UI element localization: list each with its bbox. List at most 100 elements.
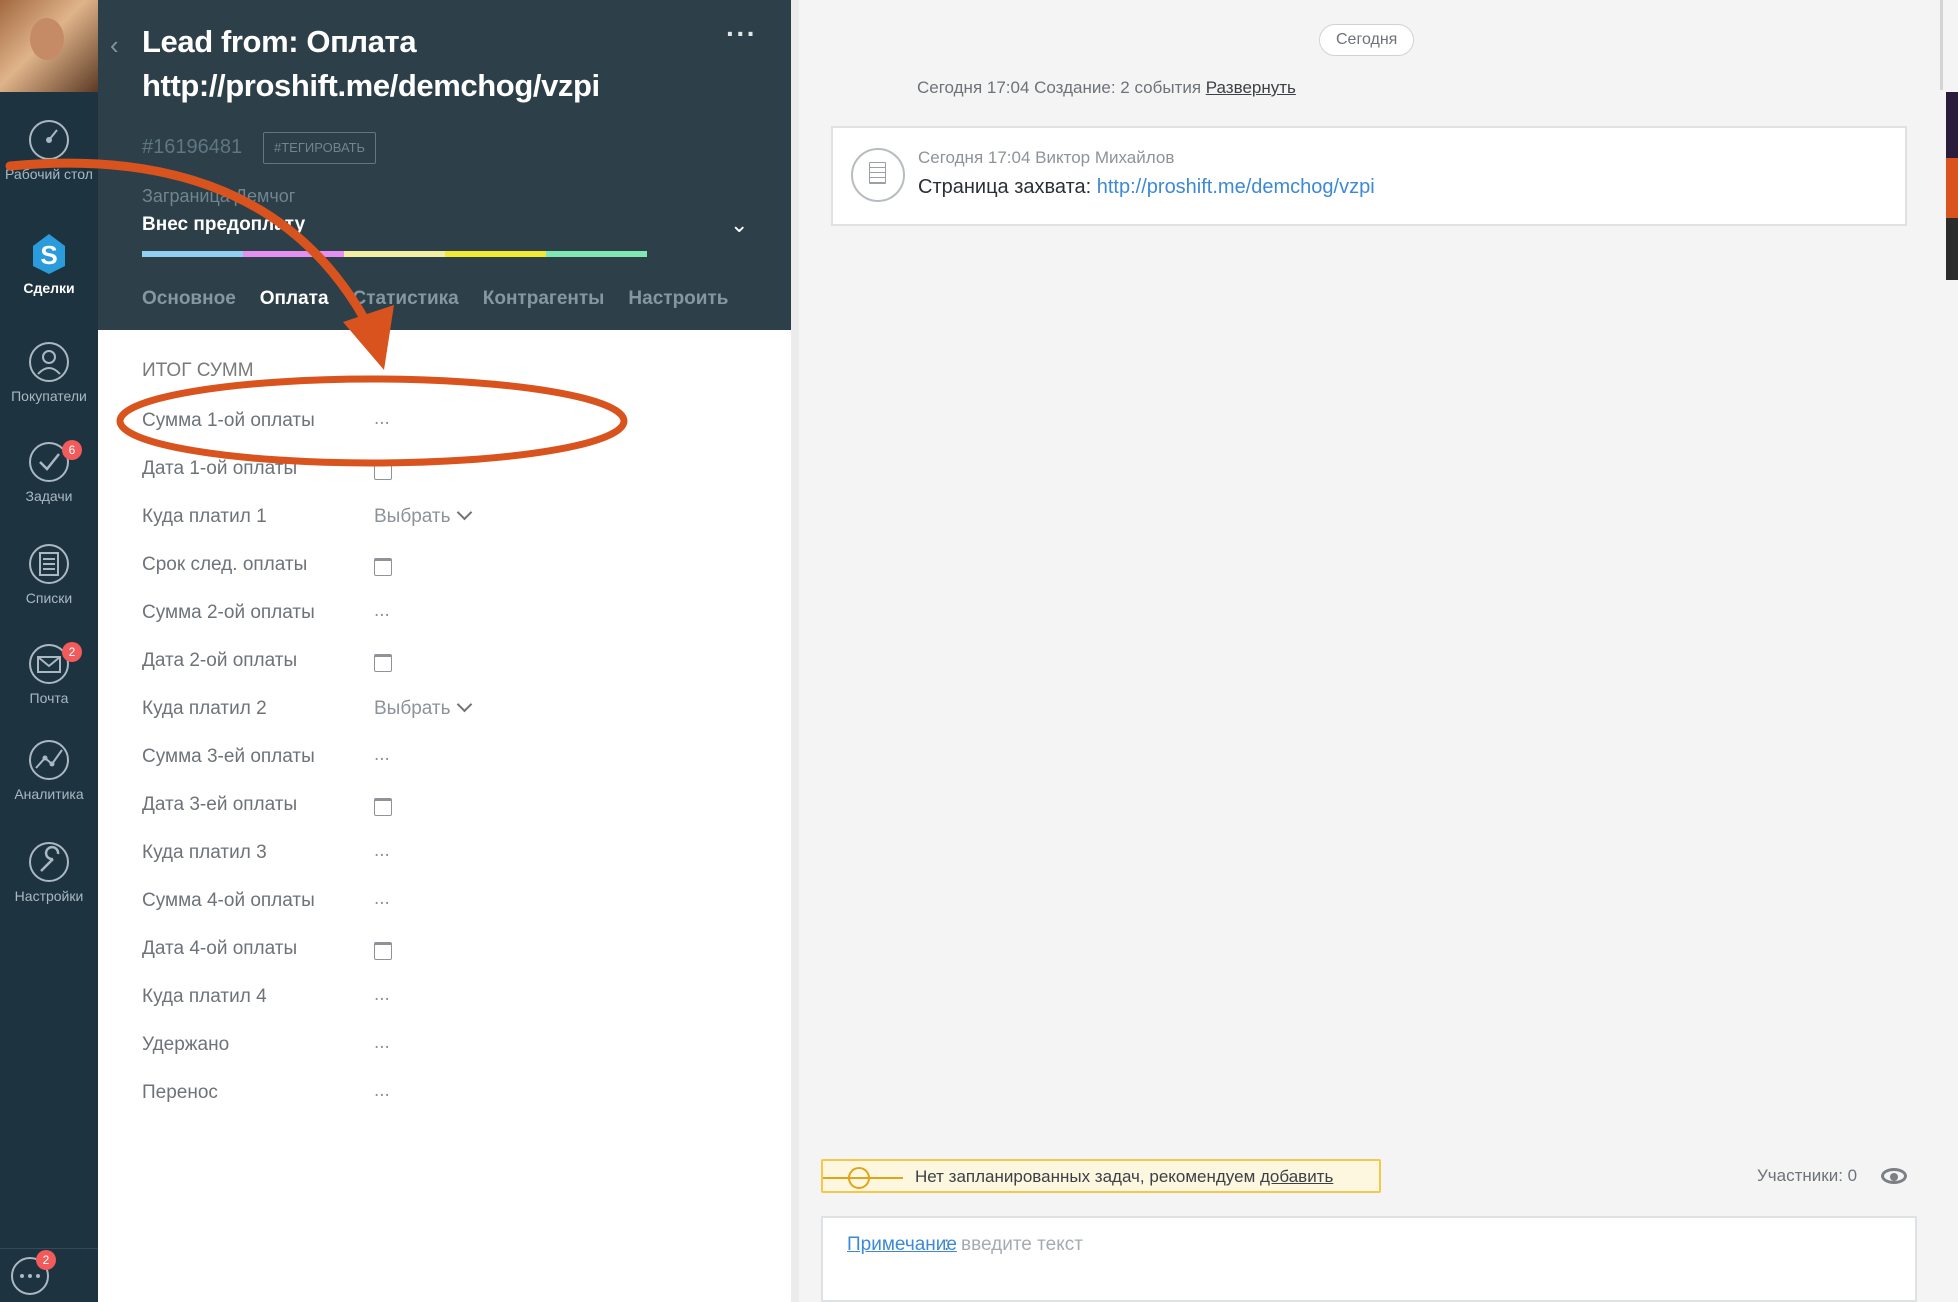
user-avatar[interactable] bbox=[0, 0, 98, 92]
fields-panel: ИТОГ СУММ Сумма 1-ой оплаты... Дата 1-ой … bbox=[98, 330, 791, 1302]
text-field[interactable]: ... bbox=[374, 984, 390, 1006]
field-label: Дата 4-ой оплаты bbox=[142, 938, 298, 959]
clock-icon bbox=[848, 1167, 870, 1189]
field-row: Куда платил 1 Выбрать bbox=[142, 504, 742, 536]
task-banner-text: Нет запланированных задач, рекомендуем д… bbox=[915, 1167, 1333, 1187]
sidebar-divider bbox=[0, 1248, 98, 1249]
created-text: Сегодня 17:04 Создание: 2 события bbox=[917, 78, 1206, 97]
note-text: Страница захвата: http://proshift.me/dem… bbox=[918, 176, 1375, 199]
select-field[interactable]: Выбрать bbox=[374, 696, 472, 720]
nav-lists[interactable]: Списки bbox=[0, 542, 98, 606]
note-input-placeholder[interactable]: введите текст bbox=[961, 1234, 1083, 1256]
tasks-badge: 6 bbox=[62, 440, 82, 460]
date-field[interactable] bbox=[374, 650, 392, 674]
lists-icon bbox=[29, 544, 69, 584]
chevron-down-icon bbox=[456, 504, 472, 521]
expand-link[interactable]: Развернуть bbox=[1206, 78, 1296, 97]
select-value: Выбрать bbox=[374, 506, 451, 527]
field-label: Дата 2-ой оплаты bbox=[142, 650, 298, 671]
text-field[interactable]: ... bbox=[374, 744, 390, 766]
capture-page-link[interactable]: http://proshift.me/demchog/vzpi bbox=[1097, 176, 1375, 198]
date-field[interactable] bbox=[374, 794, 392, 818]
nav-label-tasks: Задачи bbox=[25, 488, 73, 504]
scrollbar[interactable] bbox=[1940, 0, 1943, 90]
field-row: Сумма 2-ой оплаты... bbox=[142, 600, 742, 632]
nav-label-dashboard: Рабочий стол bbox=[5, 166, 93, 182]
field-label: Срок след. оплаты bbox=[142, 554, 308, 575]
tab-0[interactable]: Основное bbox=[142, 288, 236, 324]
nav-mail[interactable]: Почта 2 bbox=[0, 642, 98, 706]
nav-customers[interactable]: Покупатели bbox=[0, 340, 98, 404]
lead-id: #16196481 bbox=[142, 136, 243, 158]
tab-4[interactable]: Настроить bbox=[628, 288, 728, 324]
field-row: Срок след. оплаты bbox=[142, 554, 742, 584]
field-row: Дата 1-ой оплаты bbox=[142, 458, 742, 488]
field-label: Сумма 2-ой оплаты bbox=[142, 602, 315, 623]
pipeline-segment bbox=[142, 251, 243, 257]
calendar-icon bbox=[374, 462, 392, 480]
nav-deals[interactable]: S Сделки bbox=[0, 232, 98, 296]
note-meta: Сегодня 17:04 Виктор Михайлов bbox=[918, 148, 1175, 167]
nav-settings[interactable]: Настройки bbox=[0, 840, 98, 904]
add-task-link[interactable]: добавить bbox=[1260, 1167, 1333, 1186]
note-composer[interactable]: Примечание : введите текст bbox=[821, 1216, 1917, 1302]
text-field[interactable]: ... bbox=[374, 840, 390, 862]
nav-tasks[interactable]: Задачи 6 bbox=[0, 440, 98, 504]
note-label: Страница захвата: bbox=[918, 176, 1097, 198]
section-title: ИТОГ СУММ bbox=[142, 360, 254, 381]
nav-analytics[interactable]: Аналитика bbox=[0, 738, 98, 802]
date-field[interactable] bbox=[374, 554, 392, 578]
date-field[interactable] bbox=[374, 458, 392, 482]
participants-count: Участники: 0 bbox=[1757, 1166, 1858, 1185]
text-field[interactable]: ... bbox=[374, 1032, 390, 1054]
pipeline-segment bbox=[243, 251, 344, 257]
edge-strip bbox=[1946, 158, 1958, 218]
text-field[interactable]: ... bbox=[374, 888, 390, 910]
pipeline-segment bbox=[647, 251, 748, 257]
tab-1[interactable]: Оплата bbox=[247, 288, 341, 336]
more-options-icon[interactable]: ··· bbox=[726, 18, 757, 50]
text-field[interactable]: ... bbox=[374, 600, 390, 622]
pipeline-segment bbox=[546, 251, 647, 257]
main-sidebar: Рабочий стол S Сделки Покупатели Задачи … bbox=[0, 0, 98, 1302]
eye-icon[interactable] bbox=[1881, 1168, 1907, 1184]
back-arrow-icon[interactable]: ‹ bbox=[110, 30, 119, 61]
note-type-link[interactable]: Примечание bbox=[847, 1234, 957, 1256]
company-name[interactable]: Заграница Демчог bbox=[142, 186, 295, 207]
field-label: Удержано bbox=[142, 1034, 230, 1055]
note-type-separator: : bbox=[944, 1234, 950, 1255]
svg-text:S: S bbox=[40, 240, 57, 270]
tab-2[interactable]: Статистика bbox=[353, 288, 459, 324]
lead-tabs: Основное Оплата Статистика Контрагенты Настр… bbox=[142, 288, 752, 336]
edge-strip bbox=[1946, 92, 1958, 158]
calendar-icon bbox=[374, 558, 392, 576]
field-label: Дата 1-ой оплаты bbox=[142, 458, 298, 479]
lead-title[interactable]: Lead from: Оплата http://proshift.me/dem… bbox=[142, 20, 712, 108]
field-row: Куда платил 2 Выбрать bbox=[142, 696, 742, 728]
field-label: Сумма 4-ой оплаты bbox=[142, 890, 315, 911]
field-row: Сумма 3-ей оплаты... bbox=[142, 744, 742, 776]
edge-strip bbox=[1946, 218, 1958, 280]
tag-button[interactable]: #ТЕГИРОВАТЬ bbox=[263, 132, 377, 164]
chat-badge: 2 bbox=[36, 1250, 56, 1270]
pipeline-status[interactable]: Внес предоплату bbox=[142, 214, 305, 236]
chevron-down-icon bbox=[456, 696, 472, 713]
field-label: Сумма 3-ей оплаты bbox=[142, 746, 315, 767]
date-field[interactable] bbox=[374, 938, 392, 962]
text-field[interactable]: ... bbox=[374, 1080, 390, 1102]
field-row: Сумма 1-ой оплаты... bbox=[142, 408, 742, 440]
pipeline-segment bbox=[344, 251, 445, 257]
tab-3[interactable]: Контрагенты bbox=[483, 288, 605, 324]
nav-label-deals: Сделки bbox=[23, 280, 75, 296]
no-tasks-banner: Нет запланированных задач, рекомендуем д… bbox=[821, 1159, 1381, 1193]
text-field[interactable]: ... bbox=[374, 408, 390, 430]
date-pill: Сегодня bbox=[1319, 24, 1415, 56]
field-row: Дата 3-ей оплаты bbox=[142, 794, 742, 824]
nav-label-settings: Настройки bbox=[14, 888, 84, 904]
status-chevron-down-icon[interactable]: ⌄ bbox=[730, 212, 748, 238]
select-field[interactable]: Выбрать bbox=[374, 504, 472, 528]
chat-button[interactable]: 2 bbox=[8, 1250, 56, 1296]
nav-dashboard[interactable]: Рабочий стол bbox=[0, 118, 98, 182]
document-icon bbox=[851, 148, 905, 202]
note-card: Сегодня 17:04 Виктор Михайлов Страница з… bbox=[831, 126, 1907, 226]
